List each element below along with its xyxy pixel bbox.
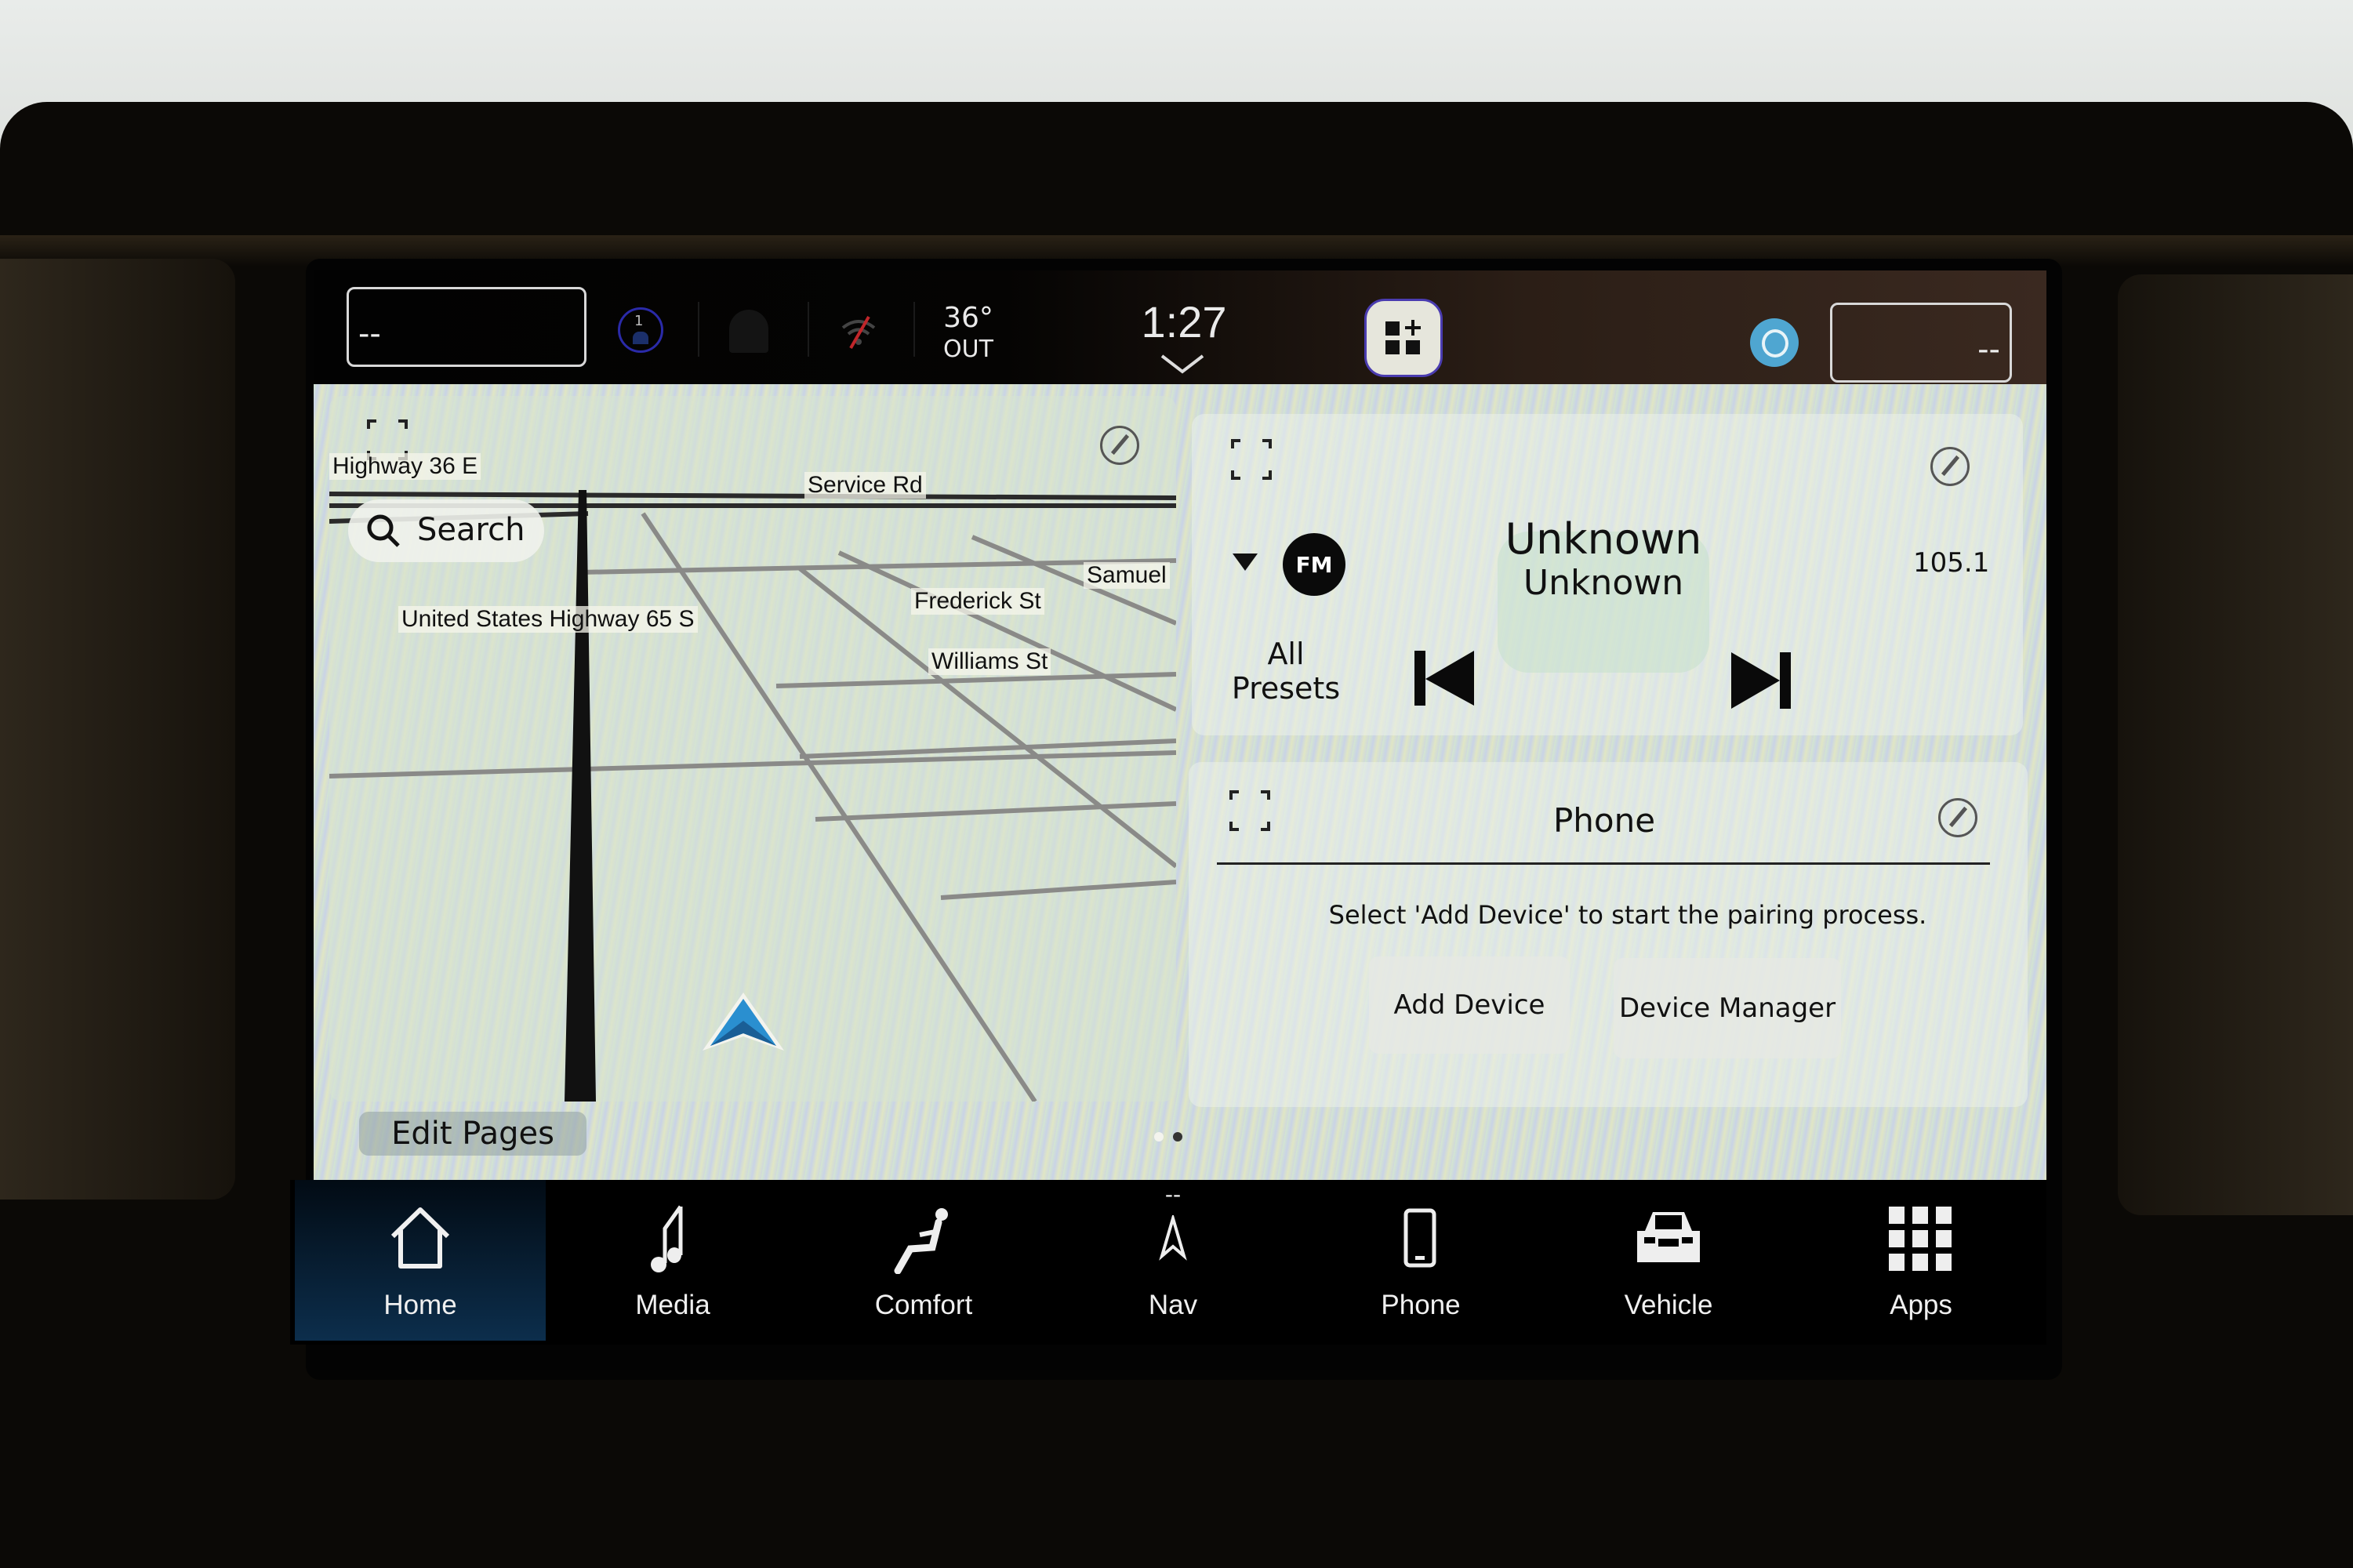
home-icon [390,1207,450,1269]
road-label: Samuel [1084,562,1170,589]
alexa-ring-icon [1762,329,1788,358]
nav-apps[interactable]: Apps [1796,1180,2046,1341]
expand-status-chevron-icon[interactable] [1159,353,1206,376]
nav-phone-label: Phone [1381,1290,1461,1320]
media-expand-icon[interactable] [1229,437,1273,481]
nav-comfort-label: Comfort [874,1290,973,1320]
widget-grid-plus-icon [1385,320,1421,354]
nav-home[interactable]: Home [295,1180,546,1341]
left-air-vent [0,259,235,1200]
status-divider [913,302,915,357]
map-widget[interactable]: Highway 36 E Service Rd Samuel Frederick… [329,396,1176,1102]
nav-nav[interactable]: -- Nav [1048,1180,1298,1341]
right-air-vent [2118,274,2353,1215]
phone-card-title: Phone [1552,801,1656,840]
road-label: Service Rd [804,472,926,499]
notification-bell-icon[interactable] [729,310,768,353]
device-manager-button[interactable]: Device Manager [1614,958,1841,1058]
nav-comfort[interactable]: Comfort [798,1180,1049,1341]
clock[interactable]: 1:27 [1121,296,1247,347]
profile-number: 1 [634,313,644,329]
nav-apps-label: Apps [1890,1290,1952,1320]
frequency: 105.1 [1913,547,1990,579]
station-title: Unknown [1505,514,1702,564]
nav-vehicle[interactable]: Vehicle [1543,1180,1794,1341]
next-track-icon[interactable] [1727,649,1797,712]
map-edit-icon[interactable] [1100,426,1139,465]
alexa-button[interactable] [1750,318,1799,367]
outside-temperature-label: OUT [943,336,993,363]
nav-media-label: Media [635,1290,710,1320]
page-dot-inactive[interactable] [1154,1132,1164,1142]
presets-label-line2: Presets [1231,671,1341,706]
road-label: Highway 36 E [329,453,481,480]
nav-media[interactable]: Media [547,1180,798,1341]
passenger-climate-button[interactable]: -- [1830,303,2012,383]
add-device-button[interactable]: Add Device [1369,956,1570,1054]
current-location-arrow-icon [703,993,784,1051]
status-divider [808,302,809,357]
previous-track-icon[interactable] [1411,648,1482,710]
passenger-temp: -- [1977,332,2000,368]
nav-nav-label: Nav [1148,1290,1198,1320]
apps-grid-icon [1889,1207,1952,1271]
add-widget-button[interactable] [1364,299,1443,377]
profile-person-icon [633,332,648,344]
band-label: FM [1295,551,1333,578]
phone-edit-icon[interactable] [1938,798,1977,837]
station-subtitle: Unknown [1523,563,1684,603]
pairing-message: Select 'Add Device' to start the pairing… [1328,900,1927,930]
road-label: Frederick St [911,588,1044,615]
search-icon [367,514,400,547]
navigation-arrow-icon [1159,1215,1187,1261]
page-indicator[interactable] [1154,1132,1186,1143]
edit-pages-button[interactable]: Edit Pages [359,1112,586,1156]
presets-label-line1: All [1267,637,1305,671]
search-label: Search [417,512,525,548]
driver-climate-button[interactable]: -- [347,287,586,367]
band-dropdown-icon[interactable] [1231,552,1259,572]
nav-home-label: Home [383,1290,457,1320]
music-note-icon [651,1205,683,1272]
status-divider [698,302,699,357]
media-edit-icon[interactable] [1930,447,1970,486]
media-widget[interactable]: FM Unknown Unknown 105.1 All Presets [1192,414,2023,735]
wifi-disconnected-icon [839,314,878,349]
phone-icon [1403,1208,1436,1268]
road-label: United States Highway 65 S [398,606,698,633]
driver-temp: -- [358,316,381,352]
car-icon [1637,1212,1700,1262]
outside-temperature: 36° [943,302,993,334]
road-label: Williams St [928,648,1051,675]
driver-profile-button[interactable]: 1 [618,307,663,353]
seat-icon [894,1208,948,1274]
nav-phone[interactable]: Phone [1295,1180,1546,1341]
page-dot-active[interactable] [1173,1132,1182,1142]
fm-band-button[interactable]: FM [1283,533,1345,596]
map-search-button[interactable]: Search [348,499,544,562]
phone-card-divider [1217,862,1990,865]
nav-vehicle-label: Vehicle [1624,1290,1713,1320]
phone-widget[interactable]: Phone Select 'Add Device' to start the p… [1189,762,2028,1107]
all-presets-button[interactable]: All Presets [1223,637,1349,706]
